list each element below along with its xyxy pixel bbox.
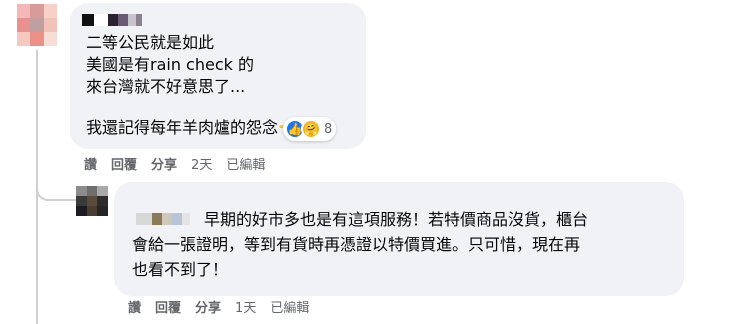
comment-actions: 讚 回覆 分享 2天 已編輯 [84, 154, 279, 173]
edited-label[interactable]: 已編輯 [270, 297, 309, 316]
comment-text-line: 我還記得每年羊肉爐的怨念👈😂 [86, 117, 312, 140]
share-button[interactable]: 分享 [151, 154, 177, 173]
like-button[interactable]: 讚 [84, 154, 97, 173]
comment-text-line: 早期的好市多也是有這項服務！若特價商品沒貨，櫃台 [204, 210, 589, 229]
comment-text-line: 會給一張證明，等到有貨時再憑證以特價買進。只可惜，現在再 [132, 235, 581, 254]
avatar[interactable] [17, 4, 57, 46]
comment-text-line: 也看不到了！ [132, 260, 229, 279]
reply-button[interactable]: 回覆 [155, 297, 181, 316]
comment-text: 我還記得每年羊肉爐的怨念 [86, 118, 279, 137]
share-button[interactable]: 分享 [195, 297, 221, 316]
comment-actions: 讚 回覆 分享 1天 已編輯 [128, 297, 323, 316]
comment-text-line: 來台灣就不好意思了... [86, 77, 246, 96]
reply-button[interactable]: 回覆 [111, 154, 137, 173]
comment-text-line: 二等公民就是如此 [86, 33, 215, 52]
like-button[interactable]: 讚 [128, 297, 141, 316]
reactions-summary[interactable]: 👍 🤗 8 [283, 117, 337, 141]
comment-bubble: 早期的好市多也是有這項服務！若特價商品沒貨，櫃台 會給一張證明，等到有貨時再憑證… [114, 182, 684, 296]
care-icon: 🤗 [301, 119, 321, 139]
author-name[interactable] [82, 14, 142, 26]
timestamp[interactable]: 2天 [191, 154, 212, 173]
reaction-count: 8 [324, 121, 333, 137]
timestamp[interactable]: 1天 [235, 297, 256, 316]
author-name[interactable] [136, 213, 190, 225]
comment-text-line: 美國是有rain check 的 [86, 55, 254, 74]
avatar[interactable] [76, 186, 108, 216]
reply-connector [36, 187, 76, 201]
edited-label[interactable]: 已編輯 [226, 154, 265, 173]
